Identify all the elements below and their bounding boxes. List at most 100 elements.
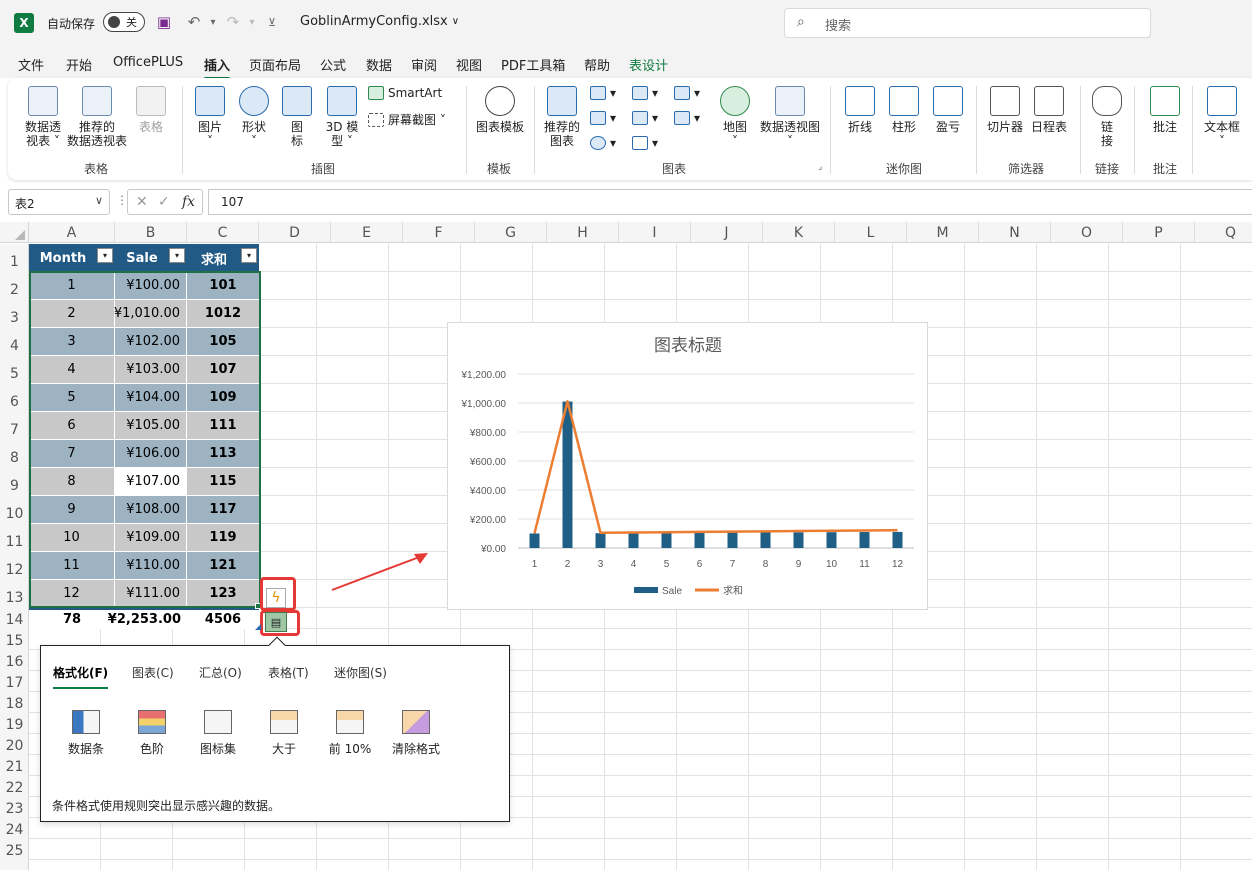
- column-header-o[interactable]: O: [1051, 222, 1123, 243]
- autosave-toggle[interactable]: 关: [103, 12, 145, 32]
- table-cell[interactable]: ¥102.00: [115, 328, 187, 356]
- recommended-charts-button[interactable]: 推荐的 图表: [542, 86, 582, 148]
- tab-file[interactable]: 文件: [18, 55, 44, 74]
- hierarchy-chart-button[interactable]: ▾: [632, 86, 658, 100]
- tab-pdf-tools[interactable]: PDF工具箱: [501, 55, 565, 74]
- sparkline-line-button[interactable]: 折线: [842, 86, 878, 134]
- column-header-h[interactable]: H: [547, 222, 619, 243]
- tab-help[interactable]: 帮助: [584, 55, 610, 74]
- column-header-q[interactable]: Q: [1195, 222, 1252, 243]
- cancel-icon[interactable]: ✕: [136, 194, 148, 210]
- column-header-i[interactable]: I: [619, 222, 691, 243]
- shapes-button[interactable]: 形状 ˅: [236, 86, 272, 148]
- formula-input[interactable]: 107: [208, 189, 1252, 215]
- table-cell[interactable]: 119: [187, 524, 259, 552]
- qa-greater-than-button[interactable]: 大于: [254, 710, 314, 757]
- table-cell[interactable]: 117: [187, 496, 259, 524]
- pictures-button[interactable]: 图片 ˅: [192, 86, 228, 148]
- column-header-f[interactable]: F: [403, 222, 475, 243]
- enter-icon[interactable]: ✓: [158, 194, 170, 210]
- row-header-17[interactable]: 17: [0, 675, 29, 691]
- lightning-icon[interactable]: ϟ: [266, 588, 286, 608]
- column-chart-button[interactable]: ▾: [590, 86, 616, 100]
- tab-data[interactable]: 数据: [366, 55, 392, 74]
- row-header-13[interactable]: 13: [0, 590, 29, 606]
- qa-clear-format-button[interactable]: 清除格式: [386, 710, 446, 757]
- dialog-launcher-icon[interactable]: ⌟: [818, 162, 822, 172]
- row-header-23[interactable]: 23: [0, 801, 29, 817]
- redo-icon[interactable]: ↷: [223, 12, 243, 32]
- table-cell[interactable]: 113: [187, 440, 259, 468]
- search-input[interactable]: 搜索: [825, 15, 851, 34]
- qa-top-10-button[interactable]: 前 10%: [320, 710, 380, 757]
- table-cell[interactable]: ¥100.00: [115, 272, 187, 300]
- chart-templates-button[interactable]: 图表模板: [474, 86, 526, 134]
- qa-tab-sparklines[interactable]: 迷你图(S): [334, 664, 387, 681]
- table-cell[interactable]: ¥106.00: [115, 440, 187, 468]
- table-cell[interactable]: 6: [29, 412, 115, 440]
- smartart-button[interactable]: SmartArt: [368, 86, 442, 100]
- table-cell[interactable]: ¥108.00: [115, 496, 187, 524]
- table-cell[interactable]: 107: [187, 356, 259, 384]
- column-header-a[interactable]: A: [29, 222, 115, 243]
- row-header-7[interactable]: 7: [0, 422, 29, 438]
- qa-color-scale-button[interactable]: 色阶: [122, 710, 182, 757]
- qa-data-bars-button[interactable]: 数据条: [56, 710, 116, 757]
- scatter-chart-button[interactable]: ▾: [632, 136, 658, 150]
- tab-home[interactable]: 开始: [66, 55, 92, 74]
- row-header-9[interactable]: 9: [0, 478, 29, 494]
- table-cell[interactable]: 8: [29, 468, 115, 496]
- row-header-14[interactable]: 14: [0, 612, 29, 628]
- qa-tab-tables[interactable]: 表格(T): [268, 664, 309, 681]
- column-header-m[interactable]: M: [907, 222, 979, 243]
- qa-tab-charts[interactable]: 图表(C): [132, 664, 174, 681]
- row-header-10[interactable]: 10: [0, 506, 29, 522]
- chevron-down-icon[interactable]: ∨: [95, 194, 103, 207]
- textbox-button[interactable]: 文本框 ˅: [1202, 86, 1242, 148]
- table-header-cell[interactable]: Month ▾: [29, 244, 115, 272]
- table-cell[interactable]: 11: [29, 552, 115, 580]
- column-header-j[interactable]: J: [691, 222, 763, 243]
- table-cell[interactable]: ¥1,010.00: [114, 300, 187, 328]
- insert-function-icon[interactable]: fx: [182, 194, 195, 210]
- tab-insert[interactable]: 插入: [204, 55, 231, 80]
- tab-review[interactable]: 审阅: [411, 55, 437, 74]
- combo-chart-button[interactable]: ▾: [674, 111, 700, 125]
- name-box[interactable]: 表2 ∨: [8, 189, 110, 215]
- row-header-19[interactable]: 19: [0, 717, 29, 733]
- chart[interactable]: 图表标题 ¥0.00 ¥200.00 ¥400.00 ¥600.00 ¥800.00 ¥1,…: [447, 322, 928, 610]
- row-header-6[interactable]: 6: [0, 394, 29, 410]
- tab-formulas[interactable]: 公式: [320, 55, 346, 74]
- column-header-c[interactable]: C: [187, 222, 259, 243]
- screenshot-button[interactable]: 屏幕截图 ˅: [368, 111, 446, 128]
- column-header-e[interactable]: E: [331, 222, 403, 243]
- row-header-1[interactable]: 1: [0, 254, 29, 270]
- pivot-chart-button[interactable]: 数据透视图 ˅: [758, 86, 822, 148]
- column-header-g[interactable]: G: [475, 222, 547, 243]
- table-cell[interactable]: 1012: [187, 300, 259, 328]
- qa-tab-formatting[interactable]: 格式化(F): [53, 664, 109, 689]
- column-header-b[interactable]: B: [115, 222, 187, 243]
- customize-qat-icon[interactable]: ⊻: [262, 12, 282, 32]
- filter-dropdown-icon[interactable]: ▾: [241, 248, 257, 263]
- tab-officeplus[interactable]: OfficePLUS: [113, 55, 183, 70]
- undo-icon[interactable]: ↶: [184, 12, 204, 32]
- table-cell[interactable]: ¥111.00: [115, 580, 187, 608]
- select-all-corner[interactable]: [0, 222, 29, 243]
- redo-dropdown-icon[interactable]: ▾: [242, 12, 262, 32]
- maps-button[interactable]: 地图 ˅: [718, 86, 752, 148]
- row-header-20[interactable]: 20: [0, 738, 29, 754]
- table-cell[interactable]: ¥109.00: [115, 524, 187, 552]
- line-chart-button[interactable]: ▾: [590, 111, 616, 125]
- filename[interactable]: GoblinArmyConfig.xlsx ∨: [300, 14, 459, 29]
- tab-table-design[interactable]: 表设计: [629, 55, 668, 74]
- table-cell[interactable]: ¥110.00: [115, 552, 187, 580]
- table-cell[interactable]: 101: [187, 272, 259, 300]
- table-cell[interactable]: 1: [29, 272, 115, 300]
- statistic-chart-button[interactable]: ▾: [632, 111, 658, 125]
- table-cell[interactable]: 4: [29, 356, 115, 384]
- table-cell[interactable]: 10: [29, 524, 115, 552]
- filter-dropdown-icon[interactable]: ▾: [97, 248, 113, 263]
- save-icon[interactable]: ▣: [154, 12, 174, 32]
- row-header-4[interactable]: 4: [0, 338, 29, 354]
